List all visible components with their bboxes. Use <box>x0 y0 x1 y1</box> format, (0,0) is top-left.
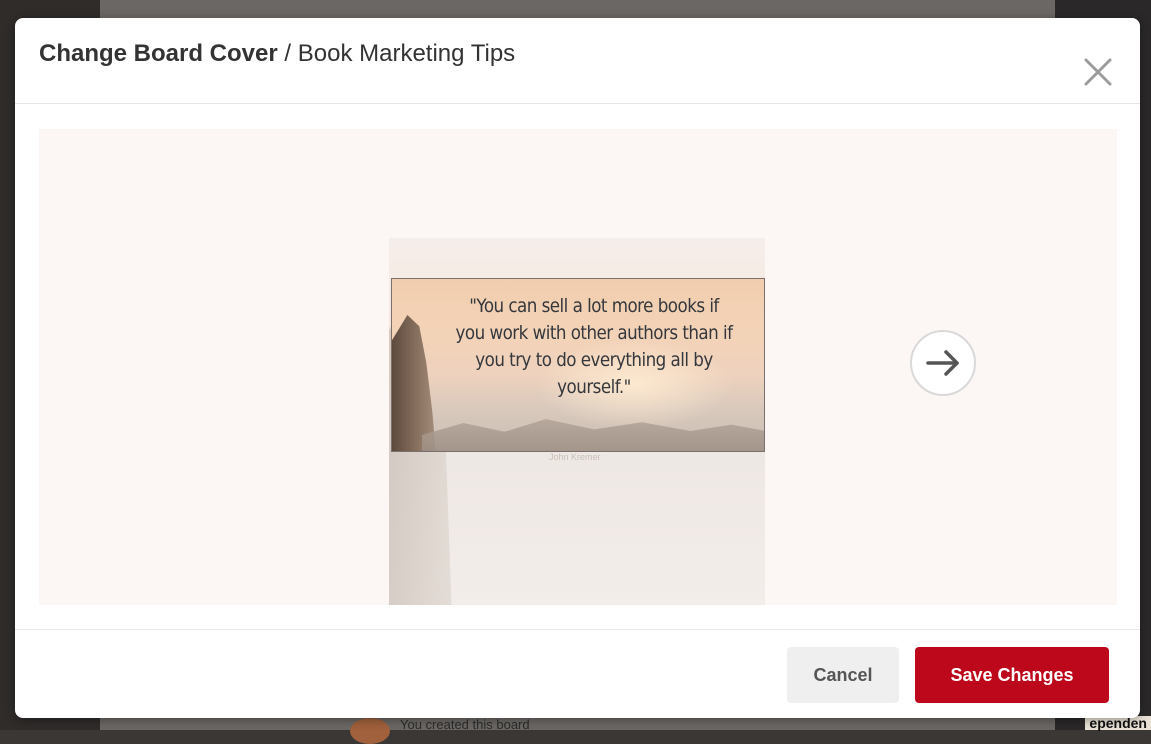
modal-title-board-name: Book Marketing Tips <box>297 39 516 67</box>
modal-title-separator: / <box>277 39 298 67</box>
backdrop-partial-text: ependen <box>1085 716 1151 730</box>
change-board-cover-modal: Change Board Cover / Book Marketing Tips… <box>15 18 1140 718</box>
cover-image: "You can sell a lot more books if you wo… <box>389 238 765 605</box>
modal-title-action: Change Board Cover <box>39 39 278 67</box>
modal-header: Change Board Cover / Book Marketing Tips <box>15 18 1140 104</box>
cover-preview-area: "You can sell a lot more books if you wo… <box>39 129 1117 605</box>
save-changes-button[interactable]: Save Changes <box>915 647 1109 703</box>
backdrop-activity: You created this board <box>350 716 530 744</box>
modal-title: Change Board Cover / Book Marketing Tips <box>39 40 515 68</box>
cancel-button[interactable]: Cancel <box>787 647 899 703</box>
close-icon[interactable] <box>1082 56 1114 88</box>
backdrop-activity-text: You created this board <box>400 716 530 732</box>
avatar <box>350 718 390 744</box>
modal-footer: Cancel Save Changes <box>15 629 1140 718</box>
crop-cliff <box>392 315 436 451</box>
arrow-right-icon[interactable] <box>909 329 977 397</box>
cover-quote-text: "You can sell a lot more books if you wo… <box>455 295 733 398</box>
cover-crop-window[interactable]: "You can sell a lot more books if you wo… <box>391 278 765 452</box>
cover-quote-author: John Kremer <box>549 452 601 462</box>
